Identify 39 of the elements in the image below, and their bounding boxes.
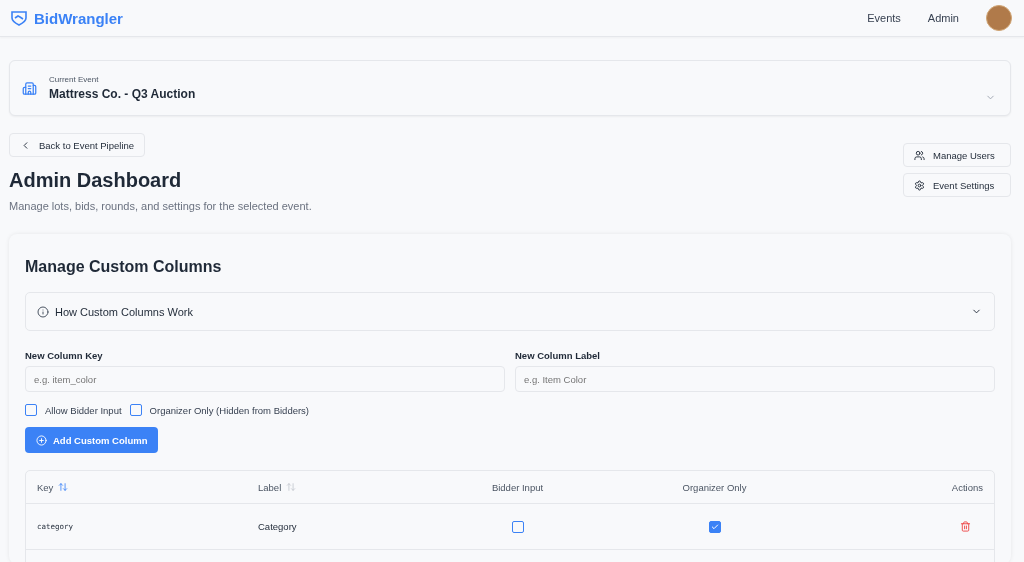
- event-caption: Current Event: [49, 75, 100, 84]
- building-icon: [22, 80, 37, 96]
- plus-circle-icon: [36, 434, 47, 446]
- checkbox[interactable]: [25, 404, 37, 416]
- event-name: Mattress Co. - Q3 Auction: [49, 87, 197, 101]
- table-cell: Category: [258, 521, 297, 532]
- column-header[interactable]: Label: [258, 481, 282, 493]
- input-field[interactable]: e.g. Item Color: [515, 366, 995, 392]
- brand-name: BidWrangler: [34, 9, 123, 27]
- checkbox[interactable]: [129, 404, 142, 416]
- back-button[interactable]: Back to Event Pipeline: [9, 133, 146, 157]
- nav-link[interactable]: Events: [867, 12, 901, 24]
- event-selector[interactable]: Current Event Mattress Co. - Q3 Auction: [9, 60, 1011, 116]
- section-title: Manage Custom Columns: [25, 258, 223, 276]
- column-header[interactable]: Bidder Input: [491, 481, 544, 493]
- avatar[interactable]: [986, 5, 1012, 31]
- side-button[interactable]: Manage Users: [903, 143, 1011, 167]
- input-field[interactable]: e.g. item_color: [25, 366, 505, 392]
- info-icon: [37, 305, 49, 318]
- add-column-button[interactable]: Add Custom Column: [25, 427, 159, 453]
- column-header[interactable]: Organizer Only: [682, 481, 747, 493]
- checkbox[interactable]: [708, 520, 721, 533]
- checkbox-label: Organizer Only (Hidden from Bidders): [149, 404, 310, 416]
- page-title: Admin Dashboard: [9, 169, 183, 192]
- sort-icon[interactable]: [58, 482, 69, 492]
- column-header[interactable]: Actions: [951, 481, 983, 493]
- users-icon: [914, 149, 925, 161]
- column-header[interactable]: Key: [37, 481, 54, 493]
- accordion-header[interactable]: How Custom Columns Work: [25, 292, 995, 331]
- field-label: New Column Label: [515, 350, 601, 361]
- checkbox-label: Allow Bidder Input: [45, 404, 122, 416]
- settings-icon: [914, 179, 925, 191]
- nav-link[interactable]: Admin: [927, 12, 959, 24]
- delete-icon[interactable]: [960, 521, 971, 532]
- check-icon: [710, 522, 719, 531]
- checkbox[interactable]: [511, 520, 524, 533]
- field-label: New Column Key: [25, 350, 104, 361]
- page-subtitle: Manage lots, bids, rounds, and settings for the selected event.: [9, 200, 312, 212]
- side-button[interactable]: Event Settings: [903, 173, 1011, 197]
